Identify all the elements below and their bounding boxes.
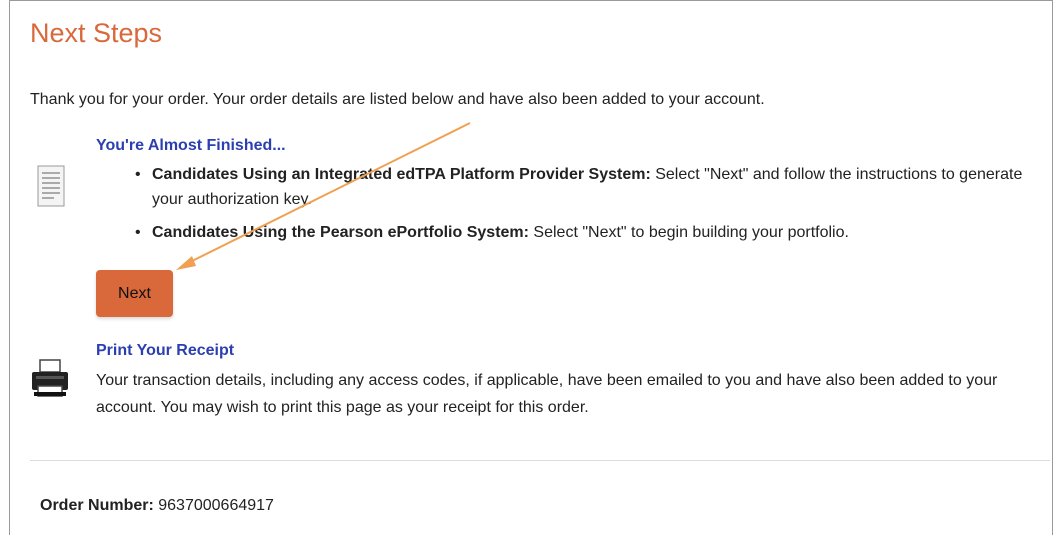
order-number-label: Order Number: <box>40 497 154 514</box>
list-item: • Candidates Using an Integrated edTPA P… <box>135 166 1023 208</box>
list-item-bold: Candidates Using an Integrated edTPA Pla… <box>152 166 651 183</box>
list-item-text: Select "Next" to begin building your por… <box>528 224 849 241</box>
order-number: Order Number: 9637000664917 <box>40 497 274 515</box>
next-steps-list: • Candidates Using an Integrated edTPA P… <box>130 162 1030 253</box>
list-item: • Candidates Using the Pearson ePortfoli… <box>135 224 849 241</box>
page-title: Next Steps <box>30 18 163 48</box>
printer-icon[interactable] <box>30 358 70 400</box>
document-icon <box>37 165 65 207</box>
order-number-value: 9637000664917 <box>158 497 274 514</box>
receipt-text: Your transaction details, including any … <box>96 372 998 416</box>
next-button[interactable]: Next <box>96 270 173 317</box>
intro-text: Thank you for your order. Your order det… <box>30 91 765 108</box>
list-item-bold: Candidates Using the Pearson ePortfolio … <box>152 224 529 241</box>
content-frame <box>9 0 1053 535</box>
divider <box>30 460 1050 461</box>
print-receipt-heading[interactable]: Print Your Receipt <box>96 342 234 360</box>
almost-finished-heading: You're Almost Finished... <box>96 137 286 154</box>
